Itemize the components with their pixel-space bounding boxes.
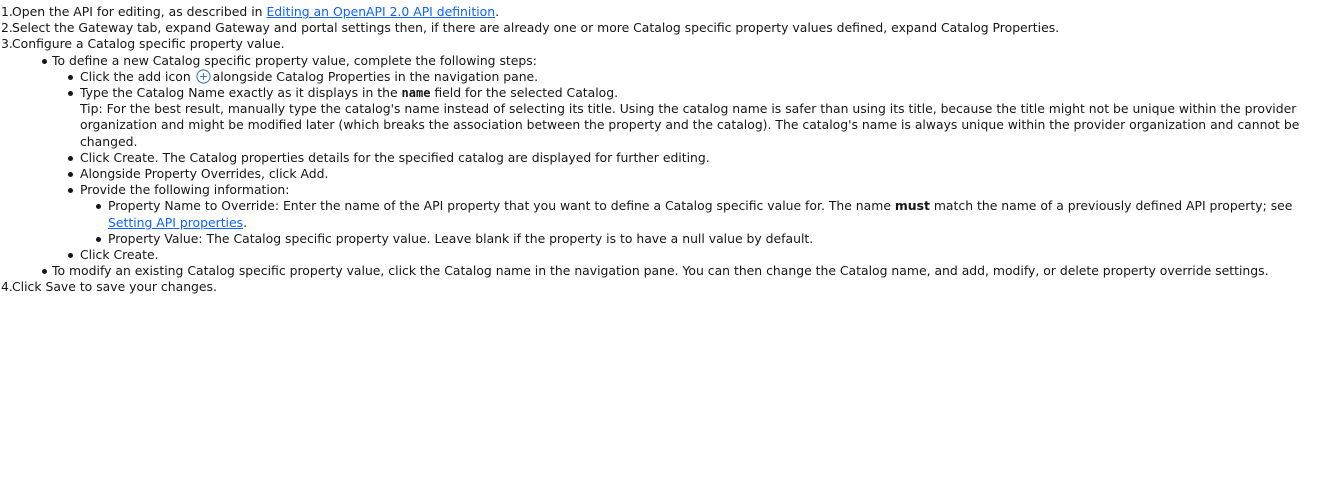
bullet bbox=[42, 269, 47, 275]
step-text: Select the Gateway tab, expand Gateway a… bbox=[12, 20, 1060, 36]
substep-click-create-final: Click Create. bbox=[68, 247, 1336, 263]
provide-list: Property Name to Override: Enter the nam… bbox=[80, 198, 1336, 247]
substep-click-create: Click Create. The Catalog properties det… bbox=[68, 150, 1336, 166]
bullet bbox=[68, 74, 73, 80]
step-number: 3. bbox=[1, 36, 13, 52]
name-field-code: name bbox=[401, 86, 431, 101]
step-number: 2. bbox=[1, 20, 13, 36]
setting-api-properties-link[interactable]: Setting API properties bbox=[108, 215, 243, 230]
define-intro: To define a new Catalog specific propert… bbox=[52, 52, 537, 68]
substep-alongside: Alongside Property Overrides, click Add. bbox=[68, 166, 1336, 182]
step-number: 1. bbox=[1, 4, 13, 19]
step-4: 4. Click Save to save your changes. bbox=[1, 279, 1336, 295]
define-substeps: Click the add icon alongside Catalog Pro… bbox=[52, 69, 1336, 263]
add-circle-icon bbox=[195, 69, 211, 84]
step-1: 1. Open the API for editing, as describe… bbox=[1, 4, 500, 19]
bullet bbox=[42, 58, 47, 64]
step-3: 3. Configure a Catalog specific property… bbox=[1, 36, 1336, 279]
step-3-options: To define a new Catalog specific propert… bbox=[12, 53, 1336, 280]
property-name-item: Property Name to Override: Enter the nam… bbox=[96, 198, 1336, 230]
property-value-item: Property Value: The Catalog specific pro… bbox=[96, 231, 1336, 247]
bullet bbox=[68, 253, 73, 259]
editing-openapi-link[interactable]: Editing an OpenAPI 2.0 API definition bbox=[266, 4, 495, 19]
bullet bbox=[68, 188, 73, 194]
bullet bbox=[68, 91, 73, 97]
task-document: 1. Open the API for editing, as describe… bbox=[0, 0, 1336, 296]
step-text: Open the API for editing, as described i… bbox=[12, 4, 267, 19]
step-text: Click Save to save your changes. bbox=[12, 279, 217, 295]
modify-option: To modify an existing Catalog specific p… bbox=[28, 263, 1336, 279]
tip-text: Tip: For the best result, manually type … bbox=[80, 101, 1300, 149]
bullet bbox=[96, 204, 101, 210]
substep-type-name: Type the Catalog Name exactly as it disp… bbox=[68, 85, 1336, 150]
bullet bbox=[96, 236, 101, 242]
step-2: 2. Select the Gateway tab, expand Gatewa… bbox=[1, 20, 1336, 36]
substep-provide: Provide the following information: Prope… bbox=[68, 182, 1336, 247]
define-option: To define a new Catalog specific propert… bbox=[28, 53, 1336, 264]
substep-click-add: Click the add icon alongside Catalog Pro… bbox=[68, 69, 1336, 85]
steps-list: 1. Open the API for editing, as describe… bbox=[1, 4, 1336, 296]
step-number: 4. bbox=[1, 279, 13, 295]
bullet bbox=[68, 172, 73, 178]
bullet bbox=[68, 155, 73, 161]
step-text: Configure a Catalog specific property va… bbox=[12, 36, 285, 52]
